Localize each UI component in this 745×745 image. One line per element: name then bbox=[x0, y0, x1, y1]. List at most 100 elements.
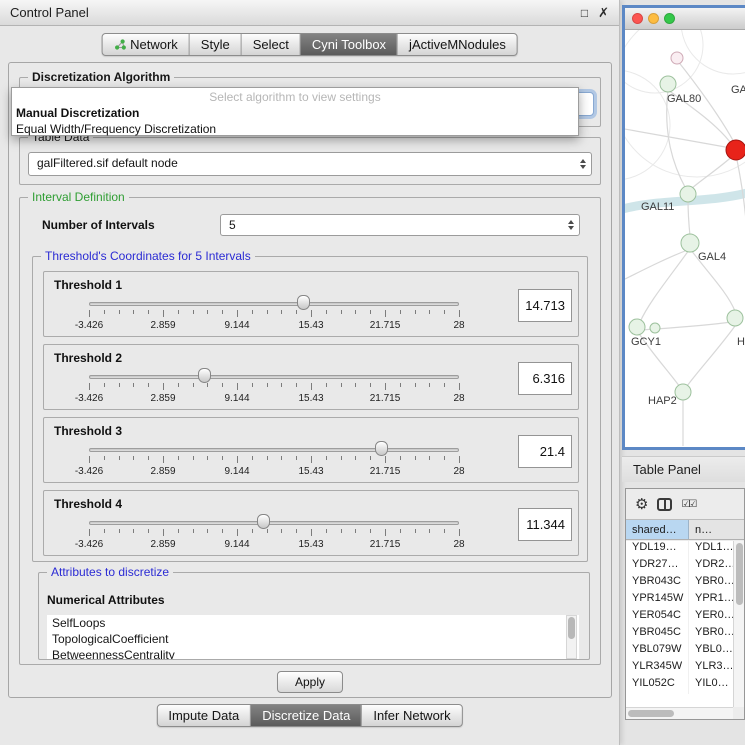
screen: Control Panel □ ✗ NetworkStyleSelectCyni… bbox=[0, 0, 745, 745]
column-header-name[interactable]: n… bbox=[689, 520, 744, 539]
cyni-toolbox-panel: Discretization Algorithm Select algorith… bbox=[8, 62, 612, 698]
slider-scale: -3.4262.8599.14415.4321.71528 bbox=[89, 466, 459, 478]
cell-shared-name: YBL079W bbox=[626, 643, 689, 660]
cell-shared-name: YIL052C bbox=[626, 677, 689, 694]
network-node[interactable] bbox=[727, 310, 743, 326]
tab-select[interactable]: Select bbox=[242, 34, 301, 55]
table-row[interactable]: YBR045CYBR0… bbox=[626, 626, 733, 643]
algorithm-group-title: Discretization Algorithm bbox=[28, 70, 174, 84]
threshold-value-field[interactable]: 14.713 bbox=[518, 289, 572, 322]
attributes-group: Attributes to discretize Numerical Attri… bbox=[38, 572, 590, 660]
network-edge[interactable] bbox=[625, 251, 685, 282]
columns-icon[interactable] bbox=[657, 498, 672, 511]
column-header-shared-name[interactable]: shared… bbox=[626, 520, 689, 539]
network-node[interactable] bbox=[671, 52, 683, 64]
close-traffic-light[interactable] bbox=[632, 13, 643, 24]
network-edge[interactable] bbox=[640, 250, 689, 322]
network-node[interactable] bbox=[660, 76, 676, 92]
table-row[interactable]: YBR043CYBR0… bbox=[626, 575, 733, 592]
table-row[interactable]: YIL052CYIL0… bbox=[626, 677, 733, 694]
node-label: H bbox=[737, 336, 745, 348]
network-node[interactable] bbox=[681, 234, 699, 252]
apply-button[interactable]: Apply bbox=[277, 671, 343, 693]
tab-network[interactable]: Network bbox=[102, 34, 190, 55]
cell-name: YBR0… bbox=[689, 626, 733, 643]
table-toolbar: ⚙ ☑☑ bbox=[626, 489, 744, 519]
table-header-row: shared… n… bbox=[626, 519, 744, 540]
tab-impute-data[interactable]: Impute Data bbox=[157, 705, 251, 726]
tab-infer-network[interactable]: Infer Network bbox=[362, 705, 461, 726]
slider-thumb[interactable] bbox=[297, 295, 310, 310]
table-row[interactable]: YPR145WYPR1… bbox=[626, 592, 733, 609]
attributes-group-title: Attributes to discretize bbox=[47, 565, 173, 579]
red-node[interactable] bbox=[726, 140, 745, 160]
attribute-item[interactable]: TopologicalCoefficient bbox=[47, 631, 579, 647]
network-node[interactable] bbox=[675, 384, 691, 400]
network-edge[interactable] bbox=[687, 326, 735, 386]
gear-icon[interactable]: ⚙ bbox=[635, 497, 648, 512]
scrollbar-thumb[interactable] bbox=[568, 617, 575, 639]
table-row[interactable]: YBL079WYBL0… bbox=[626, 643, 733, 660]
numerical-attributes-list[interactable]: SelfLoopsTopologicalCoefficientBetweenne… bbox=[47, 615, 579, 659]
tab-discretize-data[interactable]: Discretize Data bbox=[251, 705, 362, 726]
network-node[interactable] bbox=[650, 323, 660, 333]
zoom-traffic-light[interactable] bbox=[664, 13, 675, 24]
minimize-traffic-light[interactable] bbox=[648, 13, 659, 24]
scrollbar-thumb[interactable] bbox=[736, 543, 743, 605]
cell-shared-name: YPR145W bbox=[626, 592, 689, 609]
network-node[interactable] bbox=[680, 186, 696, 202]
threshold-slider[interactable]: -3.4262.8599.14415.4321.71528 bbox=[89, 440, 459, 480]
slider-thumb[interactable] bbox=[375, 441, 388, 456]
table-row[interactable]: YER054CYER0… bbox=[626, 609, 733, 626]
threshold-panel-4: Threshold 4-3.4262.8599.14415.4321.71528… bbox=[43, 490, 579, 556]
select-columns-icon[interactable]: ☑☑ bbox=[681, 499, 695, 510]
threshold-value-field[interactable]: 21.4 bbox=[518, 435, 572, 468]
slider-thumb[interactable] bbox=[198, 368, 211, 383]
threshold-slider[interactable]: -3.4262.8599.14415.4321.71528 bbox=[89, 294, 459, 334]
table-vertical-scrollbar[interactable] bbox=[733, 541, 744, 707]
cell-name: YIL0… bbox=[689, 677, 733, 694]
slider-ticks bbox=[89, 383, 459, 391]
node-label: GAL4 bbox=[698, 251, 726, 263]
tab-cyni-toolbox[interactable]: Cyni Toolbox bbox=[301, 34, 398, 55]
control-panel-titlebar: Control Panel □ ✗ bbox=[0, 0, 619, 26]
slider-track[interactable] bbox=[89, 521, 459, 525]
slider-track[interactable] bbox=[89, 375, 459, 379]
attribute-item[interactable]: BetweennessCentrality bbox=[47, 647, 579, 659]
close-window-icon[interactable]: ✗ bbox=[598, 5, 609, 21]
table-row[interactable]: YDL19…YDL1… bbox=[626, 541, 733, 558]
table-row[interactable]: YLR345WYLR3… bbox=[626, 660, 733, 677]
top-tab-bar: NetworkStyleSelectCyni ToolboxjActiveMNo… bbox=[101, 33, 518, 56]
network-canvas[interactable]: GAL80GAGAL11GAL4GCY1HHAP2 bbox=[625, 30, 745, 446]
tab-jactivemnodules[interactable]: jActiveMNodules bbox=[398, 34, 517, 55]
threshold-slider[interactable]: -3.4262.8599.14415.4321.71528 bbox=[89, 367, 459, 407]
threshold-value-field[interactable]: 6.316 bbox=[518, 362, 572, 395]
table-data-combo[interactable]: galFiltered.sif default node bbox=[28, 152, 592, 176]
table-row[interactable]: YDR27…YDR2… bbox=[626, 558, 733, 575]
slider-track[interactable] bbox=[89, 448, 459, 452]
threshold-slider[interactable]: -3.4262.8599.14415.4321.71528 bbox=[89, 513, 459, 553]
interval-definition-group: Interval Definition Number of Intervals … bbox=[19, 197, 601, 665]
algorithm-option-2[interactable]: Equal Width/Frequency Discretization bbox=[12, 121, 578, 137]
tab-style[interactable]: Style bbox=[190, 34, 242, 55]
threshold-value-field[interactable]: 11.344 bbox=[518, 508, 572, 541]
combo-stepper-icon[interactable] bbox=[580, 159, 586, 169]
attribute-item[interactable]: SelfLoops bbox=[47, 615, 579, 631]
scrollbar-thumb[interactable] bbox=[628, 710, 674, 717]
slider-scale: -3.4262.8599.14415.4321.71528 bbox=[89, 393, 459, 405]
node-label: GAL80 bbox=[667, 93, 701, 105]
table-horizontal-scrollbar[interactable] bbox=[626, 707, 733, 719]
network-node[interactable] bbox=[629, 319, 645, 335]
network-graph[interactable]: GAL80GAGAL11GAL4GCY1HHAP2 bbox=[625, 30, 745, 446]
cell-name: YBR0… bbox=[689, 575, 733, 592]
combo-stepper-icon[interactable] bbox=[568, 220, 574, 230]
cell-shared-name: YLR345W bbox=[626, 660, 689, 677]
slider-track[interactable] bbox=[89, 302, 459, 306]
list-scrollbar[interactable] bbox=[566, 615, 577, 659]
number-of-intervals-combo[interactable]: 5 bbox=[220, 214, 580, 236]
float-window-icon[interactable]: □ bbox=[581, 6, 588, 20]
algorithm-option-1[interactable]: Manual Discretization bbox=[12, 105, 578, 121]
network-edge[interactable] bbox=[625, 128, 731, 148]
slider-thumb[interactable] bbox=[257, 514, 270, 529]
interval-definition-title: Interval Definition bbox=[28, 190, 129, 204]
